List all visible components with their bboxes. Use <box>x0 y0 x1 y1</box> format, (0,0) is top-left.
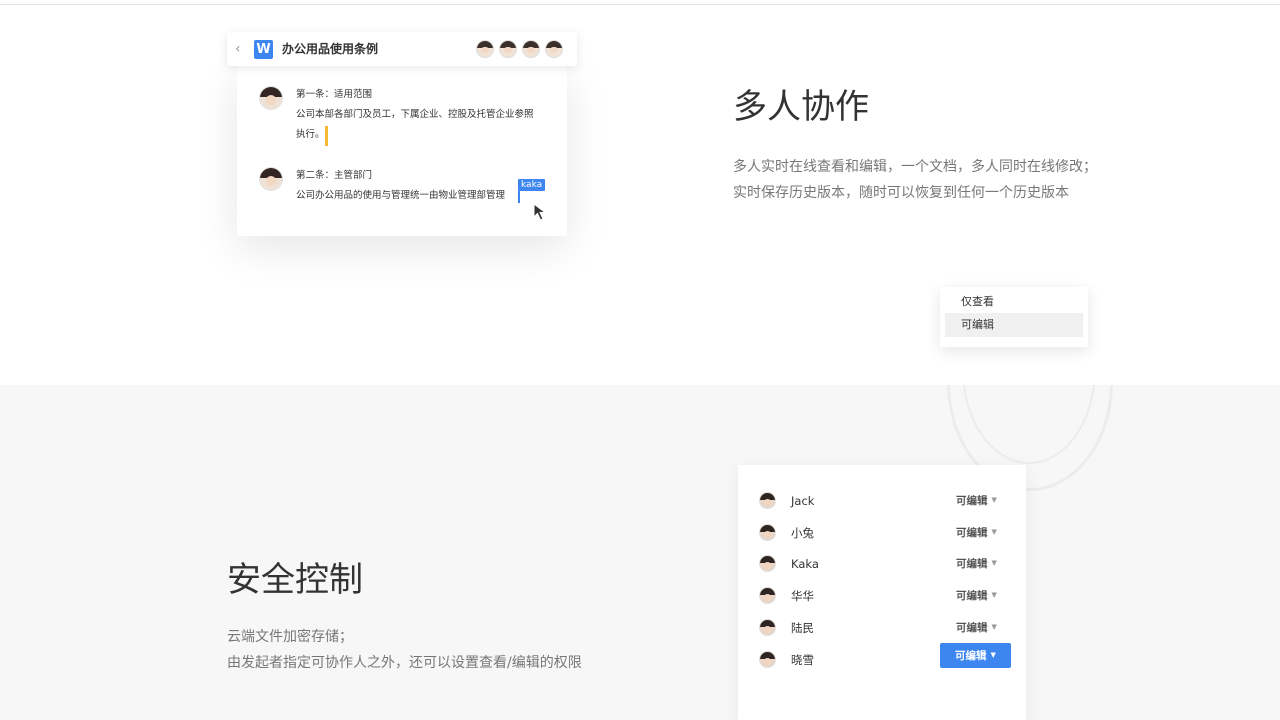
role-label: 可编辑 <box>956 622 988 634</box>
doc-content: 第一条：适用范围 公司本部各部门及员工，下属企业、控股及托管企业参照 执行。 第… <box>237 66 567 236</box>
doc-header-bar: ‹ W 办公用品使用条例 <box>227 32 577 66</box>
member-name: 华华 <box>791 589 814 603</box>
caret-down-icon: ▼ <box>991 528 997 536</box>
role-select[interactable]: 可编辑 ▼ <box>956 555 997 572</box>
role-label: 可编辑 <box>955 650 987 662</box>
dropdown-option-edit[interactable]: 可编辑 <box>945 313 1083 337</box>
role-select[interactable]: 可编辑 ▼ <box>956 524 997 541</box>
member-row: 华华 可编辑 ▼ <box>738 580 1026 612</box>
avatar[interactable] <box>499 40 517 58</box>
member-row: Kaka 可编辑 ▼ <box>738 548 1026 580</box>
permission-panel: Jack 可编辑 ▼ 小兔 可编辑 ▼ Kaka 可编辑 ▼ 华华 可编辑 ▼ 陆民 可… <box>738 465 1026 720</box>
mouse-pointer-icon <box>533 203 547 221</box>
role-dropdown-menu: 仅查看 可编辑 <box>940 287 1088 347</box>
clause-heading: 第二条：主管部门 <box>296 170 373 181</box>
clause-text: 公司办公用品的使用与管理统一由物业管理部管理 <box>296 190 506 201</box>
description-line: 多人实时在线查看和编辑，一个文档，多人同时在线修改； <box>733 159 1097 175</box>
caret-down-icon: ▼ <box>991 496 997 504</box>
role-label: 可编辑 <box>956 590 988 602</box>
member-row: 晓雪 可编辑 ▼ <box>738 643 1026 676</box>
clause-text: 执行。 <box>296 129 325 140</box>
member-name: 小兔 <box>791 526 814 540</box>
back-arrow-icon[interactable]: ‹ <box>235 41 241 57</box>
collaborator-cursor <box>325 126 328 146</box>
section-description: 云端文件加密存储； 由发起者指定可协作人之外，还可以设置查看/编辑的权限 <box>227 624 582 676</box>
caret-down-icon: ▼ <box>990 651 996 659</box>
role-label: 可编辑 <box>956 527 988 539</box>
avatar <box>259 86 283 110</box>
avatar <box>759 619 776 636</box>
role-label: 可编辑 <box>956 558 988 570</box>
description-line: 云端文件加密存储； <box>227 629 353 645</box>
avatar <box>759 587 776 604</box>
wps-writer-logo-icon: W <box>254 40 273 59</box>
security-section: 安全控制 云端文件加密存储； 由发起者指定可协作人之外，还可以设置查看/编辑的权… <box>0 385 1280 720</box>
role-select[interactable]: 可编辑 ▼ <box>956 587 997 604</box>
avatar <box>759 555 776 572</box>
member-row: 小兔 可编辑 ▼ <box>738 517 1026 549</box>
avatar[interactable] <box>522 40 540 58</box>
dropdown-option-view-only[interactable]: 仅查看 <box>940 290 1088 314</box>
caret-down-icon: ▼ <box>991 591 997 599</box>
role-select[interactable]: 可编辑 ▼ <box>956 619 997 636</box>
member-name: Jack <box>791 494 815 508</box>
section-title: 安全控制 <box>227 560 363 600</box>
member-name: 陆民 <box>791 621 814 635</box>
avatar[interactable] <box>545 40 563 58</box>
description-line: 由发起者指定可协作人之外，还可以设置查看/编辑的权限 <box>227 655 582 671</box>
avatar <box>759 651 776 668</box>
role-label: 可编辑 <box>956 495 988 507</box>
doc-title: 办公用品使用条例 <box>282 42 379 56</box>
top-divider <box>0 4 1280 5</box>
collaborator-avatars <box>476 40 563 58</box>
section-description: 多人实时在线查看和编辑，一个文档，多人同时在线修改； 实时保存历史版本，随时可以… <box>733 154 1097 206</box>
avatar <box>759 492 776 509</box>
clause-heading: 第一条：适用范围 <box>296 89 373 100</box>
description-line: 实时保存历史版本，随时可以恢复到任何一个历史版本 <box>733 185 1069 201</box>
avatar <box>259 167 283 191</box>
role-select-open[interactable]: 可编辑 ▼ <box>940 643 1011 668</box>
avatar <box>759 524 776 541</box>
member-name: Kaka <box>791 557 819 571</box>
cursor-name-tag: kaka <box>518 179 546 191</box>
member-name: 晓雪 <box>791 653 814 667</box>
caret-down-icon: ▼ <box>991 623 997 631</box>
collaborator-cursor <box>518 191 520 203</box>
clause-text: 公司本部各部门及员工，下属企业、控股及托管企业参照 <box>296 109 534 120</box>
member-row: Jack 可编辑 ▼ <box>738 485 1026 517</box>
member-row: 陆民 可编辑 ▼ <box>738 612 1026 644</box>
avatar[interactable] <box>476 40 494 58</box>
caret-down-icon: ▼ <box>991 559 997 567</box>
role-select[interactable]: 可编辑 ▼ <box>956 492 997 509</box>
section-title: 多人协作 <box>733 87 869 127</box>
